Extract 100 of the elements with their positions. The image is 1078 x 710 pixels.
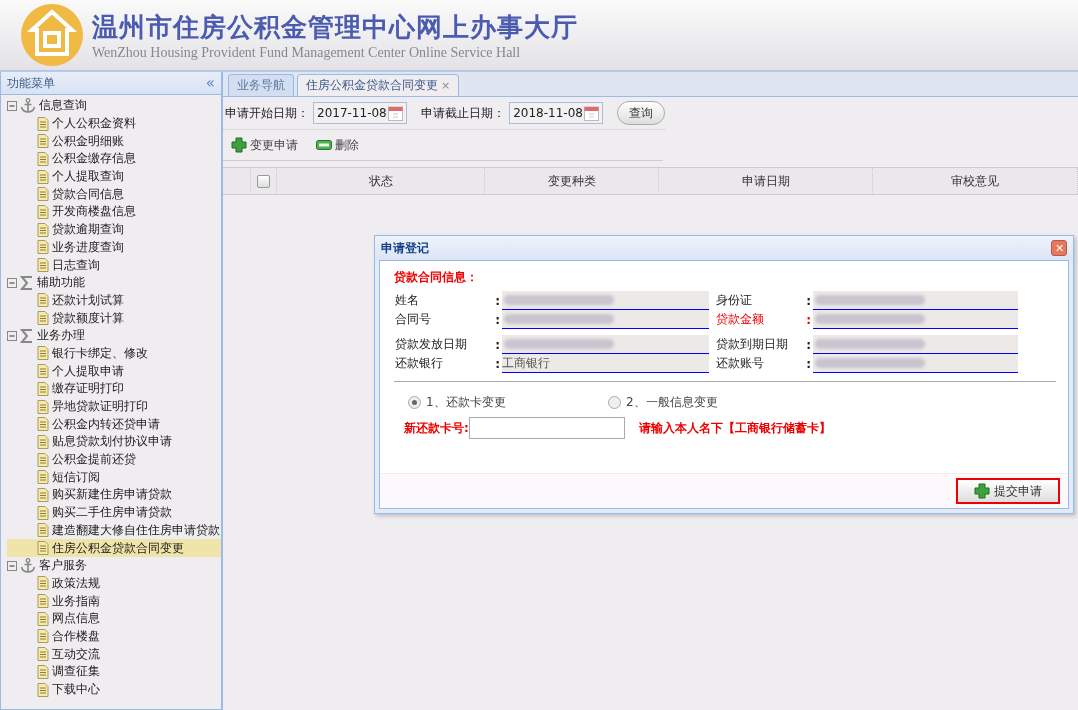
- tab[interactable]: 住房公积金贷款合同变更 ×: [297, 74, 460, 96]
- house-logo: [20, 3, 84, 67]
- document-icon: [37, 134, 49, 149]
- field-label: 贷款到期日期: [716, 336, 788, 353]
- submit-button[interactable]: 提交申请: [956, 478, 1060, 504]
- anchor-icon: [20, 98, 36, 114]
- menu-item[interactable]: 个人提取查询: [7, 167, 221, 186]
- date-field[interactable]: 2017-11-08: [313, 102, 408, 124]
- menu-item[interactable]: 购买新建住房申请贷款: [7, 486, 221, 504]
- select-all-checkbox[interactable]: [257, 174, 270, 188]
- menu-group[interactable]: 业务办理: [37, 327, 85, 345]
- document-icon: [37, 647, 49, 662]
- menu-item[interactable]: 开发商楼盘信息: [7, 203, 221, 221]
- date-label: 申请开始日期：: [225, 104, 309, 122]
- menu-item[interactable]: 短信订阅: [7, 468, 221, 487]
- add-icon: [231, 137, 247, 153]
- field-label: 姓名: [395, 292, 419, 309]
- add-icon: [974, 483, 990, 499]
- menu-item[interactable]: 购买二手住房申请贷款: [7, 503, 221, 522]
- menu-item[interactable]: 互动交流: [7, 645, 221, 663]
- calendar-icon[interactable]: [388, 105, 404, 121]
- document-icon: [37, 470, 49, 485]
- document-icon: [37, 664, 49, 679]
- field-value: 工商银行: [502, 354, 709, 373]
- field-label: 贷款金额: [716, 311, 764, 328]
- menu-group[interactable]: 客户服务: [39, 557, 87, 575]
- menu-group[interactable]: 辅助功能: [37, 274, 85, 292]
- menu-item[interactable]: 日志查询: [7, 256, 221, 274]
- field-label: 合同号: [395, 311, 431, 328]
- colon: :: [806, 356, 811, 371]
- document-icon: [37, 293, 49, 308]
- column-header[interactable]: 状态: [368, 172, 393, 190]
- date-field[interactable]: 2018-11-08: [509, 102, 604, 124]
- add-button[interactable]: 变更申请: [231, 136, 298, 154]
- menu-item[interactable]: 业务指南: [7, 592, 221, 610]
- site-subtitle: WenZhou Housing Provident Fund Management Center Online Service Hall: [92, 44, 522, 61]
- colon: :: [495, 337, 500, 352]
- menu-item[interactable]: 下载中心: [7, 680, 221, 699]
- radio-option[interactable]: 2、一般信息变更: [608, 394, 808, 411]
- menu-item[interactable]: 公积金内转还贷申请: [7, 415, 221, 434]
- tab[interactable]: 业务导航: [228, 74, 294, 96]
- document-icon: [37, 629, 49, 644]
- menu-item[interactable]: 还款计划试算: [7, 291, 221, 310]
- section-title: 贷款合同信息：: [394, 269, 479, 286]
- menu-item[interactable]: 贷款合同信息: [7, 185, 221, 204]
- menu-item[interactable]: 个人公积金资料: [7, 114, 221, 133]
- collapse-icon[interactable]: [7, 277, 17, 288]
- document-icon: [37, 399, 49, 414]
- column-header[interactable]: 变更种类: [547, 172, 596, 190]
- menu-item[interactable]: 个人提取申请: [7, 362, 221, 380]
- colon: :: [806, 312, 811, 327]
- document-icon: [37, 541, 49, 556]
- remove-icon: [316, 140, 332, 150]
- menu-item[interactable]: 住房公积金贷款合同变更: [7, 539, 221, 557]
- document-icon: [37, 682, 49, 697]
- menu-item[interactable]: 合作楼盘: [7, 627, 221, 646]
- menu-item[interactable]: 缴存证明打印: [7, 380, 221, 398]
- menu-item[interactable]: 贴息贷款划付协议申请: [7, 433, 221, 451]
- site-title: 温州市住房公积金管理中心网上办事大厅: [92, 10, 578, 44]
- menu-item[interactable]: 公积金缴存信息: [7, 150, 221, 168]
- collapse-icon[interactable]: [7, 330, 17, 341]
- delete-button[interactable]: 删除: [316, 136, 359, 154]
- menu-item[interactable]: 业务进度查询: [7, 238, 221, 257]
- dialog-title: 申请登记: [381, 239, 429, 257]
- menu-item[interactable]: 银行卡绑定、修改: [7, 344, 221, 363]
- menu-item[interactable]: 贷款额度计算: [7, 309, 221, 327]
- field-label: 身份证: [716, 292, 752, 309]
- colon: :: [495, 356, 500, 371]
- document-icon: [37, 151, 49, 166]
- menu-item[interactable]: 公积金提前还贷: [7, 450, 221, 469]
- colon: :: [495, 312, 500, 327]
- sidebar-title: 功能菜单: [7, 74, 55, 92]
- query-button[interactable]: 查询: [617, 101, 665, 125]
- radio-option[interactable]: 1、还款卡变更: [408, 394, 608, 411]
- column-header[interactable]: 审校意见: [951, 172, 999, 190]
- menu-item[interactable]: 贷款逾期查询: [7, 220, 221, 239]
- document-icon: [37, 417, 49, 432]
- document-icon: [37, 311, 49, 326]
- card-number-field[interactable]: [468, 417, 625, 439]
- field-label: 还款账号: [716, 355, 764, 372]
- document-icon: [37, 452, 49, 467]
- menu-item[interactable]: 调查征集: [7, 663, 221, 681]
- menu-item[interactable]: 异地贷款证明打印: [7, 397, 221, 416]
- anchor-icon: [20, 558, 36, 574]
- document-icon: [37, 116, 49, 131]
- column-header[interactable]: 申请日期: [741, 172, 790, 190]
- document-icon: [37, 204, 49, 219]
- menu-item[interactable]: 政策法规: [7, 574, 221, 593]
- collapse-icon[interactable]: [7, 560, 17, 571]
- menu-group[interactable]: 信息查询: [39, 97, 87, 115]
- document-icon: [37, 346, 49, 361]
- menu-item[interactable]: 网点信息: [7, 609, 221, 628]
- calendar-icon[interactable]: [584, 105, 600, 121]
- sigma-icon: [20, 275, 34, 290]
- date-label: 申请截止日期：: [421, 104, 506, 122]
- document-icon: [37, 505, 49, 520]
- menu-item[interactable]: 公积金明细账: [7, 132, 221, 151]
- card-label: 新还款卡号:: [404, 419, 469, 437]
- collapse-icon[interactable]: [7, 100, 17, 111]
- menu-item[interactable]: 建造翻建大修自住住房申请贷款: [7, 521, 221, 540]
